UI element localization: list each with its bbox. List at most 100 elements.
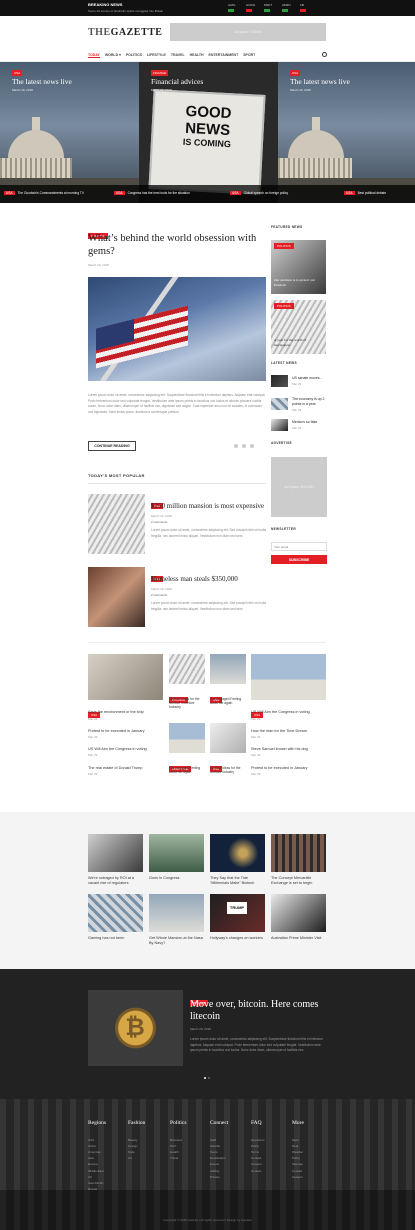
grey-card-title[interactable]: They Say that the Tide “Millennials Make… [210,876,267,886]
grey-card-image[interactable] [271,834,326,872]
ticker-item[interactable]: USA Best political debate [344,191,386,195]
grid-image[interactable] [88,654,163,700]
grid-title[interactable]: 15 Bold Ideas for the Surface Incentive … [169,697,207,710]
nav-item[interactable]: WORLD ▾ [105,53,121,58]
nav-item[interactable]: TODAY [88,53,100,58]
newsletter-email-input[interactable] [271,542,327,551]
latest-thumb[interactable] [271,375,288,387]
grey-card-title[interactable]: Get Whole Mansion at the Nasa By Navy? [149,936,206,946]
grid-title[interactable]: US Will Aim the Congress in voting [251,710,326,715]
nav-item[interactable]: SPORT [243,53,255,58]
grid-image[interactable] [210,654,246,684]
popular-comments[interactable]: 2 comments [151,593,167,597]
slide-tag[interactable]: USA [290,70,301,76]
grid-list-title[interactable]: Protest to be executed in January [88,729,163,734]
grey-card-image[interactable] [149,834,204,872]
grey-card-image[interactable] [210,834,265,872]
grey-card-title[interactable]: Gaming has not been [88,936,145,941]
slide-title[interactable]: Financial advices [151,77,203,86]
grey-card-image[interactable] [88,834,143,872]
grid-title[interactable]: 21 Bold Ideas for the Surface Industry [210,766,248,774]
popular-title[interactable]: $250 million mansion is most expensive [151,502,269,511]
grey-card-title[interactable]: Hollyway's changes on workers [210,936,267,941]
stock-ticker[interactable]: FB [300,3,306,12]
footer-link[interactable]: Careers [292,1174,303,1180]
grid-image[interactable] [210,723,246,753]
grid-list-title[interactable]: How the man for the Time Dream [251,729,326,734]
slide-tag[interactable]: USA [12,70,23,76]
grey-card-image[interactable] [149,894,204,932]
share-icon[interactable] [242,444,246,448]
footer-heading: Connect [210,1120,229,1126]
subscribe-button[interactable]: SUBSCRIBE [271,555,327,564]
grid-list-title[interactable]: Protest to be executed in January [251,766,326,771]
nav-item[interactable]: HEALTH [190,53,204,58]
grid-list-title[interactable]: The real estate of Donald Trump [88,766,163,771]
pager-dot[interactable] [204,1077,206,1079]
latest-title[interactable]: The economy is up 2 points in a year [292,397,328,406]
grey-card-title[interactable]: The Concept Mercantile Exchange is set t… [271,876,328,886]
share-icon[interactable] [250,444,254,448]
grey-card-title[interactable]: Australian Prime Minister Visit [271,936,328,941]
featured-card[interactable]: POLITICS A year for the world of newspap… [271,300,326,354]
nav-item[interactable]: LIFESTYLE [147,53,166,58]
grid-list-title[interactable]: US Will Aim the Congress in voting [88,747,163,752]
ticker-item[interactable]: USA Global speech on foreign policy [230,191,288,195]
header-ad[interactable]: Ad space 728x90 [170,23,326,41]
grey-card-image[interactable] [271,894,326,932]
continue-reading-button[interactable]: CONTINUE READING [88,441,136,451]
latest-date: Mar 29 [292,382,302,386]
pager-dot[interactable] [208,1077,210,1079]
slide-1[interactable]: USA The latest news live March 29, 2018 [0,62,139,203]
latest-thumb[interactable] [271,419,288,431]
breaking-text[interactable]: Some 40 tonnes of alcoholic spirits smug… [88,9,163,13]
grid-list-title[interactable]: Steve Samuel known with his dog [251,747,326,752]
grid-title[interactable]: Get Engaged Feeling about life again [210,697,248,705]
search-icon[interactable] [322,52,327,57]
stock-ticker[interactable]: AAPL [228,3,236,12]
grey-card-image[interactable] [88,894,143,932]
ticker-item[interactable]: USA The Goodwin’s Commandments at morning… [4,191,84,195]
footer-link[interactable]: Art [128,1155,132,1161]
stock-ticker[interactable]: AMZN [282,3,291,12]
latest-thumb[interactable] [271,398,288,410]
slide-2[interactable]: GOOD NEWS IS COMING FINANCE Financial ad… [139,62,278,203]
stock-ticker[interactable]: GOOG [246,3,255,12]
popular-title[interactable]: Homeless man steals $350,000 [151,575,269,584]
popular-comments[interactable]: 2 comments [151,520,167,524]
grid-image[interactable] [169,654,205,684]
feature-title[interactable]: Move over, bitcoin. Here comes litecoin [190,999,320,1023]
nav-item[interactable]: ENTERTAINMENT [209,53,239,58]
grey-card-title[interactable]: We're outraged by ROI at a vacant rise o… [88,876,145,886]
feature-image[interactable]: ₿ [88,990,183,1066]
slide-tag[interactable]: FINANCE [151,70,169,76]
slide-title[interactable]: The latest news live [12,77,72,86]
site-logo[interactable]: THEGAZETTE [88,27,162,38]
main-article-title[interactable]: What’s behind the world obsession with g… [88,232,263,258]
sidebar-ad[interactable]: Ad space 300x250 [271,457,327,517]
grid-date: Mar 29 [251,772,261,776]
stock-ticker[interactable]: MSFT [264,3,272,12]
footer-link[interactable]: Contact [251,1168,261,1174]
grey-card-title[interactable]: Guns in Congress [149,876,206,881]
grid-title[interactable]: Get Engaged Feeling about life again [169,766,207,774]
main-article-image[interactable] [88,277,266,381]
nav-item[interactable]: TRAVEL [171,53,185,58]
popular-image[interactable] [88,567,145,627]
grey-card-image[interactable]: TRUMP [210,894,265,932]
slide-title[interactable]: The latest news live [290,77,350,86]
grid-title[interactable]: Save the environment or the ship [88,710,163,715]
share-icon[interactable] [234,444,238,448]
slide-3[interactable]: USA The latest news live March 29, 2018 [278,62,415,203]
footer-link[interactable]: Travel [170,1155,178,1161]
grid-image[interactable] [169,723,205,753]
latest-title[interactable]: Media is so fake [292,420,328,424]
nav-item[interactable]: POLITICS [126,53,142,58]
popular-image[interactable] [88,494,145,554]
footer-link[interactable]: Russia [88,1186,97,1192]
latest-title[interactable]: US senate moves... [292,376,328,380]
grid-image[interactable] [251,654,326,700]
footer-link[interactable]: Privacy [210,1174,220,1180]
ticker-item[interactable]: USA Congress has the best tools for the s… [114,191,190,195]
featured-card[interactable]: POLITICS Our decision is to protect our … [271,240,326,294]
